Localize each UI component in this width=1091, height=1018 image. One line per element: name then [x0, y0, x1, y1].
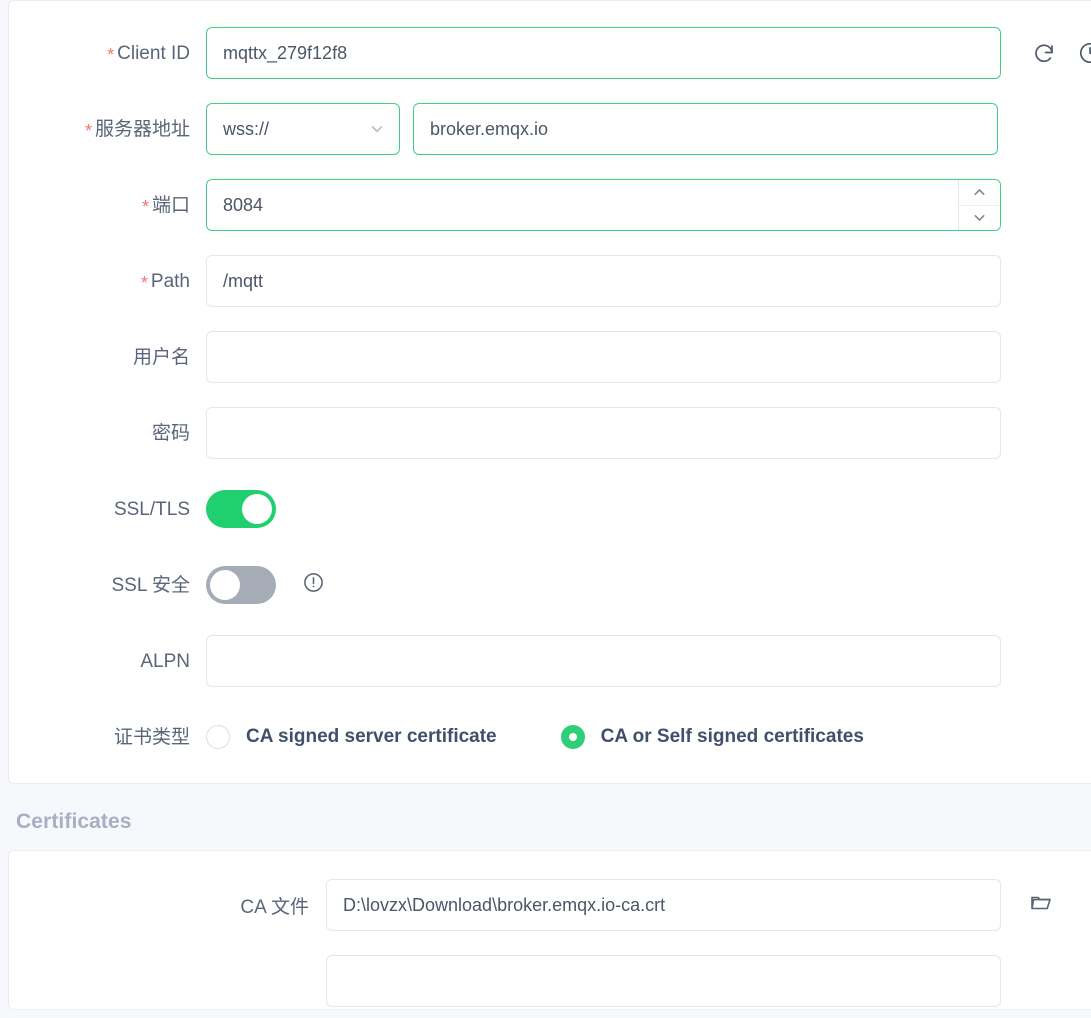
host-value: broker.emqx.io [430, 119, 549, 139]
info-circle-icon[interactable] [302, 571, 325, 599]
label-ssl-secure: SSL 安全 [9, 576, 206, 595]
label-text: SSL/TLS [113, 498, 190, 520]
control-cert-type: CA signed server certificate CA or Self … [206, 725, 1091, 749]
form-row-ca-file: CA 文件 D:\lovzx\Download\broker.emqx.io-c… [9, 879, 1091, 931]
control-client-id: mqttx_279f12f8 [206, 27, 1091, 79]
control-partial [326, 955, 1091, 1007]
password-input[interactable] [206, 407, 1001, 459]
control-ca-file: D:\lovzx\Download\broker.emqx.io-ca.crt [326, 879, 1091, 931]
label-text: Path [150, 270, 190, 292]
port-stepper-wrap: 8084 [206, 179, 1001, 231]
label-text: Client ID [117, 42, 190, 64]
label-client-id: * Client ID [9, 42, 206, 65]
path-input[interactable]: /mqtt [206, 255, 1001, 307]
port-value: 8084 [223, 195, 264, 215]
form-row-cert-type: 证书类型 CA signed server certificate CA or … [9, 711, 1091, 763]
client-id-value: mqttx_279f12f8 [223, 43, 348, 63]
toggle-knob [242, 494, 272, 524]
required-asterisk: * [107, 44, 115, 65]
control-host: wss:// broker.emqx.io [206, 103, 1091, 155]
label-port: * 端口 [9, 194, 206, 217]
port-stepper [958, 180, 1000, 230]
refresh-icon[interactable] [1032, 41, 1056, 65]
stepper-increment-icon[interactable] [959, 180, 1000, 205]
label-text: 端口 [151, 194, 190, 216]
label-text: 证书类型 [113, 726, 190, 748]
left-gutter [0, 0, 8, 1018]
port-input[interactable]: 8084 [206, 179, 1001, 231]
label-host: * 服务器地址 [9, 118, 206, 141]
radio-label: CA signed server certificate [246, 726, 497, 747]
form-row-alpn: ALPN [9, 635, 1091, 687]
label-password: 密码 [9, 424, 206, 443]
label-path: * Path [9, 270, 206, 293]
connection-settings-page: * Client ID mqttx_279f12f8 * 服务器地址 wss:/… [0, 0, 1091, 1018]
protocol-select[interactable]: wss:// [206, 103, 400, 155]
host-input[interactable]: broker.emqx.io [413, 103, 998, 155]
label-text: ALPN [140, 650, 190, 672]
form-row-port: * 端口 8084 [9, 179, 1091, 231]
label-ca-file: CA 文件 [9, 892, 326, 919]
label-text: 密码 [151, 422, 190, 444]
form-row-path: * Path /mqtt [9, 255, 1091, 307]
label-text: CA 文件 [240, 896, 309, 918]
folder-icon[interactable] [1029, 891, 1053, 920]
certificates-section-title: Certificates [8, 784, 1091, 850]
radio-indicator [206, 725, 230, 749]
label-text: 用户名 [132, 346, 190, 368]
control-ssl-secure [206, 566, 1091, 604]
form-row-client-id: * Client ID mqttx_279f12f8 [9, 27, 1091, 79]
chevron-down-icon [369, 121, 385, 137]
form-row-host: * 服务器地址 wss:// broker.emqx.io [9, 103, 1091, 155]
form-row-client-cert-partial [9, 955, 1091, 1007]
label-cert-type: 证书类型 [9, 728, 206, 747]
ca-file-value: D:\lovzx\Download\broker.emqx.io-ca.crt [343, 895, 666, 915]
radio-label: CA or Self signed certificates [600, 726, 864, 747]
connection-form-card: * Client ID mqttx_279f12f8 * 服务器地址 wss:/… [8, 0, 1091, 784]
protocol-selected-value: wss:// [223, 118, 270, 139]
client-id-actions [1032, 41, 1091, 65]
required-asterisk: * [141, 196, 149, 217]
form-row-password: 密码 [9, 407, 1091, 459]
username-input[interactable] [206, 331, 1001, 383]
required-asterisk: * [140, 272, 148, 293]
label-text: SSL 安全 [111, 574, 191, 596]
alpn-input[interactable] [206, 635, 1001, 687]
label-text: 服务器地址 [94, 118, 190, 140]
label-username: 用户名 [9, 348, 206, 367]
control-path: /mqtt [206, 255, 1091, 307]
control-ssl-tls [206, 490, 1091, 528]
form-row-username: 用户名 [9, 331, 1091, 383]
radio-indicator [560, 725, 585, 749]
client-cert-input[interactable] [326, 955, 1001, 1007]
client-id-input[interactable]: mqttx_279f12f8 [206, 27, 1001, 79]
path-value: /mqtt [223, 271, 264, 291]
control-alpn [206, 635, 1091, 687]
radio-ca-or-self-signed-certificates[interactable]: CA or Self signed certificates [560, 725, 864, 749]
ca-file-input[interactable]: D:\lovzx\Download\broker.emqx.io-ca.crt [326, 879, 1001, 931]
control-port: 8084 [206, 179, 1091, 231]
label-ssl-tls: SSL/TLS [9, 500, 206, 519]
stepper-decrement-icon[interactable] [959, 204, 1000, 231]
label-alpn: ALPN [9, 652, 206, 671]
cert-type-radio-group: CA signed server certificate CA or Self … [206, 725, 864, 749]
ssl-tls-toggle[interactable] [206, 490, 276, 528]
form-row-ssl-secure: SSL 安全 [9, 559, 1091, 611]
required-asterisk: * [84, 120, 92, 141]
form-row-ssl-tls: SSL/TLS [9, 483, 1091, 535]
certificates-card: CA 文件 D:\lovzx\Download\broker.emqx.io-c… [8, 850, 1091, 1010]
control-password [206, 407, 1091, 459]
ssl-secure-toggle[interactable] [206, 566, 276, 604]
toggle-knob [210, 570, 240, 600]
clock-icon[interactable] [1078, 41, 1091, 65]
control-username [206, 331, 1091, 383]
radio-ca-signed-server-certificate[interactable]: CA signed server certificate [206, 725, 497, 749]
